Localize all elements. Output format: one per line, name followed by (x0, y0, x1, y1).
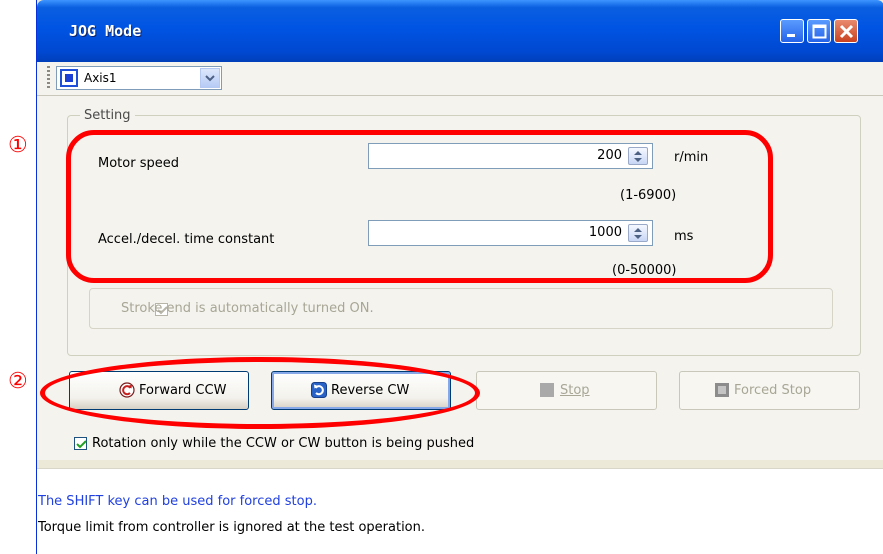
close-icon (839, 24, 854, 39)
axis-select-value: Axis1 (84, 71, 117, 85)
accel-spinner[interactable] (628, 224, 648, 242)
forced-stop-button[interactable]: Forced Stop (679, 371, 860, 410)
rotation-only-label: Rotation only while the CCW or CW button… (92, 436, 475, 451)
info-shift-note: The SHIFT key can be used for forced sto… (38, 494, 317, 509)
stroke-end-label: Stroke end is automatically turned ON. (121, 301, 374, 316)
annotation-marker-2: ② (8, 369, 28, 394)
rotate-cw-icon (311, 382, 327, 398)
jog-mode-window: JOG Mode Axis1 Setting Motor speed 200 r… (36, 0, 883, 554)
reverse-cw-button[interactable]: Reverse CW (271, 371, 451, 410)
maximize-icon (812, 24, 827, 39)
motor-speed-input[interactable]: 200 (368, 143, 653, 169)
spinner-icon (634, 151, 642, 162)
chevron-down-icon (205, 75, 215, 82)
maximize-button[interactable] (807, 19, 831, 43)
forced-stop-label: Forced Stop (734, 383, 812, 398)
content-area: Setting Motor speed 200 r/min (1-6900) A… (37, 96, 883, 460)
accel-label: Accel./decel. time constant (98, 232, 275, 247)
stop-button[interactable]: Stop (476, 371, 657, 410)
window-title: JOG Mode (69, 22, 142, 40)
motor-speed-spinner[interactable] (628, 147, 648, 165)
forward-ccw-button[interactable]: Forward CCW (69, 371, 249, 410)
title-bar[interactable]: JOG Mode (37, 0, 883, 62)
axis-icon (60, 69, 78, 87)
setting-legend: Setting (84, 108, 131, 123)
accel-unit: ms (674, 229, 694, 244)
toolbar-grip[interactable] (47, 66, 50, 90)
forward-ccw-label: Forward CCW (139, 383, 227, 398)
accel-value: 1000 (588, 225, 622, 240)
stop-label: Stop (560, 383, 590, 398)
info-panel: The SHIFT key can be used for forced sto… (37, 468, 883, 554)
rotate-ccw-icon (119, 382, 135, 398)
rotation-only-checkbox[interactable] (74, 437, 87, 450)
accel-input[interactable]: 1000 (368, 220, 653, 246)
minimize-button[interactable] (780, 19, 804, 43)
reverse-cw-label: Reverse CW (331, 383, 410, 398)
checkmark-icon (76, 440, 87, 449)
close-button[interactable] (834, 19, 858, 43)
annotation-marker-1: ① (8, 133, 28, 158)
info-torque-note: Torque limit from controller is ignored … (38, 520, 426, 535)
stop-icon (715, 383, 729, 397)
spinner-icon (634, 228, 642, 239)
axis-select[interactable]: Axis1 (56, 66, 222, 90)
motor-speed-value: 200 (597, 148, 622, 163)
axis-dropdown-button[interactable] (200, 68, 220, 88)
accel-range: (0-50000) (612, 263, 677, 278)
stop-icon (540, 383, 554, 397)
motor-speed-label: Motor speed (98, 156, 179, 171)
motor-speed-unit: r/min (674, 150, 709, 165)
motor-speed-range: (1-6900) (620, 188, 677, 203)
toolbar: Axis1 (37, 62, 883, 96)
minimize-icon (787, 34, 795, 37)
